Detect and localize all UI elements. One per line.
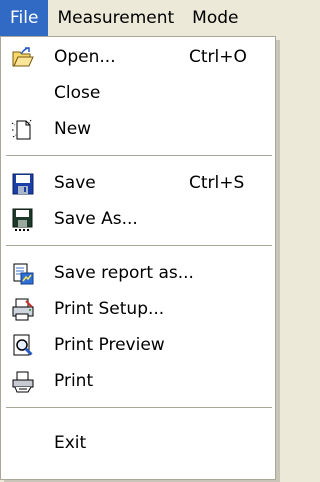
new-document-icon bbox=[11, 119, 32, 140]
menu-item-label: Save As... bbox=[54, 209, 138, 229]
menu-item-save-report[interactable]: Save report as... bbox=[1, 255, 275, 291]
menu-item-print[interactable]: Print bbox=[1, 363, 275, 399]
floppy-disk-icon bbox=[12, 208, 33, 231]
menu-item-label: Print bbox=[54, 371, 94, 391]
menu-item-open[interactable]: Open... Ctrl+O bbox=[1, 39, 275, 75]
menu-item-save[interactable]: Save Ctrl+S bbox=[1, 165, 275, 201]
report-icon bbox=[13, 263, 34, 285]
print-preview-icon bbox=[13, 334, 33, 356]
file-menu-dropdown: Open... Ctrl+O Close New Save Ctrl+S Sav… bbox=[0, 36, 276, 480]
menu-item-label: Open... bbox=[54, 47, 116, 67]
menu-measurement[interactable]: Measurement bbox=[48, 0, 183, 36]
menu-separator bbox=[6, 155, 272, 156]
menu-item-label: Save report as... bbox=[54, 263, 194, 283]
menu-item-label: Close bbox=[54, 83, 101, 103]
menu-separator bbox=[6, 407, 272, 408]
shortcut-label: Ctrl+S bbox=[189, 173, 245, 193]
menu-item-save-as[interactable]: Save As... bbox=[1, 201, 275, 237]
menu-bar: File Measurement Mode bbox=[0, 0, 283, 36]
menu-item-label: Print Setup... bbox=[54, 299, 165, 319]
menu-separator bbox=[6, 245, 272, 246]
floppy-disk-icon bbox=[12, 173, 34, 195]
menu-item-print-preview[interactable]: Print Preview bbox=[1, 327, 275, 363]
menu-file[interactable]: File bbox=[0, 0, 49, 36]
menu-item-exit[interactable]: Exit bbox=[1, 425, 275, 461]
menu-shadow bbox=[276, 40, 280, 482]
shortcut-label: Ctrl+O bbox=[189, 47, 247, 67]
print-setup-icon bbox=[12, 298, 34, 321]
open-folder-icon bbox=[12, 47, 34, 67]
printer-icon bbox=[12, 371, 34, 393]
menu-item-print-setup[interactable]: Print Setup... bbox=[1, 291, 275, 327]
menu-item-label: Save bbox=[54, 173, 96, 193]
menu-item-new[interactable]: New bbox=[1, 111, 275, 147]
menu-item-label: Exit bbox=[54, 433, 87, 453]
menu-item-label: Print Preview bbox=[54, 335, 165, 355]
menu-item-close[interactable]: Close bbox=[1, 75, 275, 111]
menu-item-label: New bbox=[54, 119, 92, 139]
menu-mode[interactable]: Mode bbox=[183, 0, 247, 36]
